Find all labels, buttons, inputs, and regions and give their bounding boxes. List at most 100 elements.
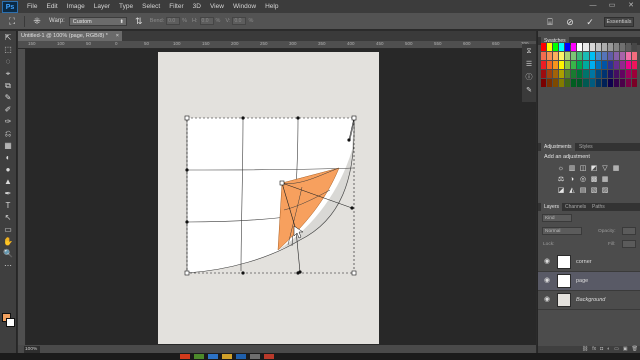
color-swatch[interactable] bbox=[613, 43, 619, 51]
color-swatch[interactable] bbox=[559, 52, 565, 60]
color-swatch[interactable] bbox=[559, 61, 565, 69]
tab-layers[interactable]: Layers bbox=[541, 203, 563, 211]
tab-paths[interactable]: Paths bbox=[589, 203, 608, 211]
taskbar-app-icon[interactable] bbox=[180, 354, 190, 359]
layer-row[interactable]: ◉ corner bbox=[538, 253, 640, 272]
shape-tool-icon[interactable]: ▭ bbox=[2, 224, 15, 235]
adjustment-icon[interactable]: ▦ bbox=[611, 163, 621, 174]
color-swatch[interactable] bbox=[607, 79, 613, 87]
color-swatch[interactable] bbox=[613, 61, 619, 69]
menu-type[interactable]: Type bbox=[119, 3, 133, 10]
color-swatch[interactable] bbox=[631, 79, 637, 87]
workspace-switcher[interactable]: Essentials bbox=[604, 16, 634, 27]
menu-3d[interactable]: 3D bbox=[193, 3, 201, 10]
taskbar-app-icon[interactable] bbox=[194, 354, 204, 359]
hand-tool-icon[interactable]: ✋ bbox=[2, 236, 15, 247]
color-swatch[interactable] bbox=[583, 79, 589, 87]
color-swatch[interactable] bbox=[583, 43, 589, 51]
tab-adjustments[interactable]: Adjustments bbox=[541, 143, 575, 151]
color-swatch[interactable] bbox=[601, 70, 607, 78]
fill-input[interactable] bbox=[622, 240, 636, 248]
lasso-tool-icon[interactable]: ◌ bbox=[2, 56, 15, 67]
eyedropper-tool-icon[interactable]: ✎ bbox=[2, 92, 15, 103]
color-swatch[interactable] bbox=[565, 79, 571, 87]
minimize-icon[interactable]: — bbox=[588, 1, 598, 10]
color-swatch[interactable] bbox=[589, 61, 595, 69]
adjustment-icon[interactable]: ☼ bbox=[556, 163, 566, 174]
color-swatch[interactable] bbox=[619, 61, 625, 69]
taskbar-app-icon[interactable] bbox=[236, 354, 246, 359]
color-swatch[interactable] bbox=[613, 79, 619, 87]
color-swatch[interactable] bbox=[559, 70, 565, 78]
color-swatch[interactable] bbox=[541, 43, 547, 51]
eraser-tool-icon[interactable]: ◐ bbox=[2, 152, 15, 163]
menu-window[interactable]: Window bbox=[233, 3, 256, 10]
color-swatch[interactable] bbox=[565, 61, 571, 69]
color-swatch[interactable] bbox=[571, 79, 577, 87]
taskbar-app-icon[interactable] bbox=[222, 354, 232, 359]
color-swatch[interactable] bbox=[571, 52, 577, 60]
quick-select-tool-icon[interactable]: ⌖ bbox=[2, 68, 15, 79]
color-swatch[interactable] bbox=[541, 52, 547, 60]
color-swatch[interactable] bbox=[583, 61, 589, 69]
color-swatch[interactable] bbox=[601, 43, 607, 51]
adjustment-icon[interactable]: ▨ bbox=[600, 185, 610, 196]
move-tool-icon[interactable]: ⇱ bbox=[2, 32, 15, 43]
color-swatch[interactable] bbox=[589, 52, 595, 60]
color-swatch[interactable] bbox=[559, 79, 565, 87]
menu-edit[interactable]: Edit bbox=[46, 3, 57, 10]
color-swatch[interactable] bbox=[595, 61, 601, 69]
tab-styles[interactable]: Styles bbox=[576, 143, 596, 151]
document-canvas[interactable] bbox=[158, 52, 379, 344]
color-swatch[interactable] bbox=[631, 52, 637, 60]
color-swatch[interactable] bbox=[553, 52, 559, 60]
adjustment-icon[interactable]: ▦ bbox=[600, 174, 610, 185]
color-swatch[interactable] bbox=[577, 52, 583, 60]
adjustment-icon[interactable]: ⚖ bbox=[556, 174, 566, 185]
brush-presets-icon[interactable]: ✎ bbox=[523, 85, 535, 96]
info-icon[interactable]: ⓘ bbox=[523, 72, 535, 83]
color-swatch[interactable] bbox=[619, 70, 625, 78]
zoom-level-field[interactable]: 100% bbox=[24, 345, 40, 353]
color-swatch[interactable] bbox=[553, 43, 559, 51]
color-swatch[interactable] bbox=[625, 43, 631, 51]
color-swatch[interactable] bbox=[607, 52, 613, 60]
color-swatch[interactable] bbox=[565, 43, 571, 51]
color-swatch[interactable] bbox=[577, 70, 583, 78]
color-swatch[interactable] bbox=[625, 52, 631, 60]
mask-icon[interactable]: ◘ bbox=[600, 346, 603, 353]
color-swatch[interactable] bbox=[547, 52, 553, 60]
color-swatch[interactable] bbox=[571, 61, 577, 69]
color-swatch[interactable] bbox=[619, 79, 625, 87]
adjustment-icon[interactable]: ◫ bbox=[578, 163, 588, 174]
color-swatch[interactable] bbox=[547, 61, 553, 69]
color-swatch[interactable] bbox=[601, 61, 607, 69]
link-icon[interactable]: ⛓ bbox=[582, 346, 588, 353]
warp-style-select[interactable]: Custom ⬍ bbox=[68, 16, 127, 26]
color-swatch[interactable] bbox=[595, 43, 601, 51]
color-swatch[interactable] bbox=[565, 70, 571, 78]
eye-icon[interactable]: ◉ bbox=[542, 295, 552, 305]
pen-tool-icon[interactable]: ✒ bbox=[2, 188, 15, 199]
marquee-tool-icon[interactable]: ⬚ bbox=[2, 44, 15, 55]
color-swatch[interactable] bbox=[595, 52, 601, 60]
color-swatch[interactable] bbox=[583, 52, 589, 60]
eye-icon[interactable]: ◉ bbox=[542, 257, 552, 267]
adjustment-icon[interactable]: ▤ bbox=[578, 185, 588, 196]
adjustment-layer-icon[interactable]: ◐ bbox=[607, 346, 610, 353]
adjustment-icon[interactable]: ▩ bbox=[589, 174, 599, 185]
color-swatch[interactable] bbox=[565, 52, 571, 60]
swatch-grid[interactable] bbox=[541, 43, 637, 87]
dodge-tool-icon[interactable]: ▲ bbox=[2, 176, 15, 187]
change-orientation-icon[interactable]: ⇅ bbox=[133, 15, 145, 27]
document-tab[interactable]: Untitled-1 @ 100% (page, RGB/8) * × bbox=[18, 31, 122, 41]
close-icon[interactable]: × bbox=[116, 31, 119, 41]
color-swatch[interactable] bbox=[559, 43, 565, 51]
color-swatch[interactable] bbox=[595, 79, 601, 87]
background-color-swatch[interactable] bbox=[6, 318, 15, 327]
layer-row[interactable]: ◉ Background bbox=[538, 291, 640, 310]
color-swatch[interactable] bbox=[553, 79, 559, 87]
color-swatch[interactable] bbox=[607, 61, 613, 69]
layer-filter-kind[interactable]: Kind bbox=[542, 214, 572, 222]
color-swatch[interactable] bbox=[631, 61, 637, 69]
